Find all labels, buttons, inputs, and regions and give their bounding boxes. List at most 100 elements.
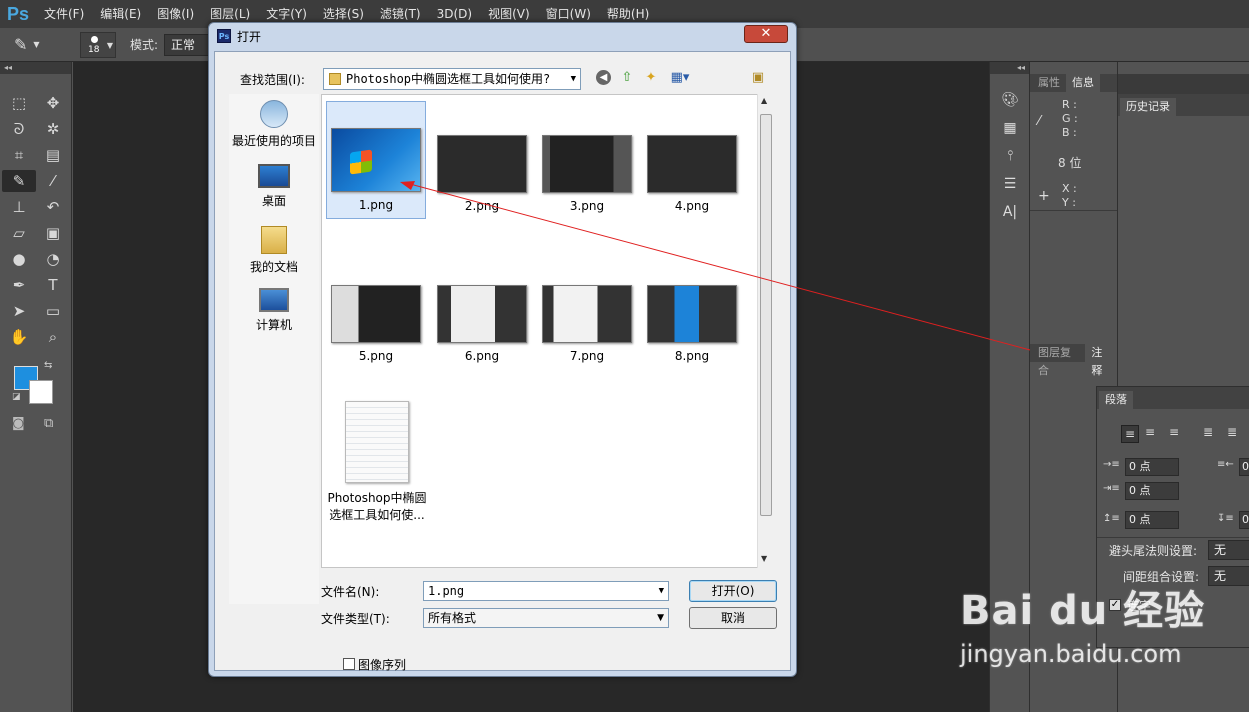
scroll-down-icon[interactable]: ▼: [761, 554, 767, 563]
file-list: 1.png 2.png 3.png 4.png 5.png 6.png 7.pn…: [321, 94, 771, 568]
file-item[interactable]: 6.png: [432, 285, 532, 363]
file-item[interactable]: 3.png: [537, 135, 637, 213]
indent-left-icon: →≡: [1103, 459, 1120, 470]
justify-last-left-icon[interactable]: ≣: [1203, 425, 1213, 439]
open-button[interactable]: 打开(O): [689, 580, 777, 602]
back-icon[interactable]: ◀: [596, 70, 611, 85]
filetype-select[interactable]: 所有格式 ▼: [423, 608, 669, 628]
align-left-icon[interactable]: ≡: [1121, 425, 1139, 443]
collapse-toggle[interactable]: ◂◂: [0, 62, 71, 74]
file-item[interactable]: 7.png: [537, 285, 637, 363]
up-folder-icon[interactable]: ⇧: [619, 70, 635, 86]
file-thumbnail: [437, 285, 527, 343]
scroll-up-icon[interactable]: ▲: [761, 96, 767, 105]
indent-first-line-field[interactable]: 0 点: [1125, 482, 1179, 500]
eraser-tool-icon[interactable]: ▱: [2, 222, 36, 244]
tab-layer-comps[interactable]: 图层复合: [1032, 344, 1085, 377]
space-after-field[interactable]: 0: [1239, 511, 1249, 529]
align-center-icon[interactable]: ≡: [1145, 425, 1155, 439]
place-documents[interactable]: 我的文档: [229, 226, 319, 275]
color-palette-icon[interactable]: 🎨︎: [990, 86, 1030, 114]
quick-mask-icon[interactable]: ◙: [12, 416, 25, 431]
new-folder-icon[interactable]: ✦: [643, 70, 659, 86]
look-in-combo[interactable]: Photoshop中椭圆选框工具如何使用? ▼: [323, 68, 581, 90]
tab-history[interactable]: 历史记录: [1120, 98, 1176, 116]
file-item[interactable]: 8.png: [642, 285, 742, 363]
file-list-scrollbar[interactable]: ▲ ▼: [757, 94, 773, 568]
close-button[interactable]: ✕: [744, 25, 788, 43]
tab-properties[interactable]: 属性: [1032, 74, 1066, 92]
hand-tool-icon[interactable]: ✋: [2, 326, 36, 348]
rectangle-tool-icon[interactable]: ▭: [36, 300, 70, 322]
healing-brush-tool-icon[interactable]: ✎: [2, 170, 36, 192]
clone-stamp-tool-icon[interactable]: ⊥: [2, 196, 36, 218]
crop-tool-icon[interactable]: ⌗: [2, 144, 36, 166]
computer-icon: [259, 288, 289, 312]
justify-last-center-icon[interactable]: ≣: [1227, 425, 1237, 439]
file-item[interactable]: Photoshop中椭圆 选框工具如何使...: [322, 401, 432, 523]
cancel-button[interactable]: 取消: [689, 607, 777, 629]
file-item[interactable]: 5.png: [326, 285, 426, 363]
align-right-icon[interactable]: ≡: [1169, 425, 1179, 439]
image-sequence-checkbox[interactable]: [343, 658, 355, 670]
info-b: B :: [1062, 126, 1077, 139]
tab-notes[interactable]: 注释: [1085, 344, 1118, 377]
special-folder-icon[interactable]: ▣: [750, 70, 766, 86]
type-tool-icon[interactable]: T: [36, 274, 70, 296]
tab-info[interactable]: 信息: [1066, 74, 1100, 92]
zoom-tool-icon[interactable]: ⌕: [36, 326, 70, 348]
indent-left-field[interactable]: 0 点: [1125, 458, 1179, 476]
indent-right-field[interactable]: 0: [1239, 458, 1249, 476]
tab-paragraph[interactable]: 段落: [1099, 391, 1133, 409]
file-thumbnail: [331, 128, 421, 192]
eyedropper-tool-icon[interactable]: ▤: [36, 144, 70, 166]
file-item[interactable]: 4.png: [642, 135, 742, 213]
file-name: 2.png: [464, 199, 500, 213]
screen-mode-icon[interactable]: ⧉: [44, 416, 53, 431]
chevron-down-icon: ▼: [33, 40, 40, 49]
filename-input[interactable]: 1.png ▼: [423, 581, 669, 601]
brush-presets-icon[interactable]: ⫯: [990, 142, 1030, 170]
chevron-down-icon: ▼: [106, 40, 113, 50]
menu-edit[interactable]: 编辑(E): [92, 0, 149, 28]
magic-wand-icon[interactable]: ✲: [36, 118, 70, 140]
brush-tool-icon[interactable]: ⁄: [36, 170, 70, 192]
scroll-thumb[interactable]: [760, 114, 772, 516]
brush-size-picker[interactable]: 18 ▼: [80, 31, 116, 58]
space-before-field[interactable]: 0 点: [1125, 511, 1179, 529]
marquee-tool-icon[interactable]: ⬚: [2, 92, 36, 114]
swap-colors-icon[interactable]: ⇆: [44, 360, 52, 371]
pen-tool-icon[interactable]: ✒: [2, 274, 36, 296]
collapse-toggle[interactable]: ◂◂: [990, 62, 1029, 74]
menu-file[interactable]: 文件(F): [36, 0, 92, 28]
place-recent[interactable]: 最近使用的项目: [229, 100, 319, 149]
place-desktop-label: 桌面: [261, 194, 286, 208]
kinsoku-select[interactable]: 无: [1208, 540, 1249, 560]
file-item[interactable]: 1.png: [326, 101, 426, 219]
lasso-tool-icon[interactable]: ᘐ: [2, 118, 36, 140]
dodge-tool-icon[interactable]: ◔: [36, 248, 70, 270]
tool-preset-picker[interactable]: ✎ ▼: [14, 32, 62, 58]
adjustments-icon[interactable]: ☰: [990, 170, 1030, 198]
move-tool-icon[interactable]: ✥: [36, 92, 70, 114]
place-computer-label: 计算机: [255, 318, 292, 332]
tools-panel: ◂◂ ⬚ ✥ ᘐ ✲ ⌗ ▤ ✎ ⁄ ⊥ ↶ ▱ ▣ ● ◔ ✒ T ➤ ▭ ✋…: [0, 62, 72, 712]
info-x: X :: [1062, 182, 1077, 195]
path-selection-tool-icon[interactable]: ➤: [2, 300, 36, 322]
blur-tool-icon[interactable]: ●: [2, 248, 36, 270]
view-menu-icon[interactable]: ▦▾: [667, 70, 693, 86]
menu-image[interactable]: 图像(I): [149, 0, 202, 28]
recent-items-icon: [260, 100, 288, 128]
gradient-tool-icon[interactable]: ▣: [36, 222, 70, 244]
character-icon[interactable]: A|: [990, 198, 1030, 226]
background-color-swatch[interactable]: [29, 380, 53, 404]
place-desktop[interactable]: 桌面: [229, 164, 319, 209]
info-g: G :: [1062, 112, 1078, 125]
default-colors-icon[interactable]: ◪: [12, 392, 21, 402]
swatches-grid-icon[interactable]: ▦: [990, 114, 1030, 142]
info-bit-depth: 8 位: [1058, 156, 1082, 170]
history-brush-tool-icon[interactable]: ↶: [36, 196, 70, 218]
file-item[interactable]: 2.png: [432, 135, 532, 213]
place-computer[interactable]: 计算机: [229, 288, 319, 333]
dialog-titlebar[interactable]: Ps 打开 ✕: [209, 23, 796, 49]
